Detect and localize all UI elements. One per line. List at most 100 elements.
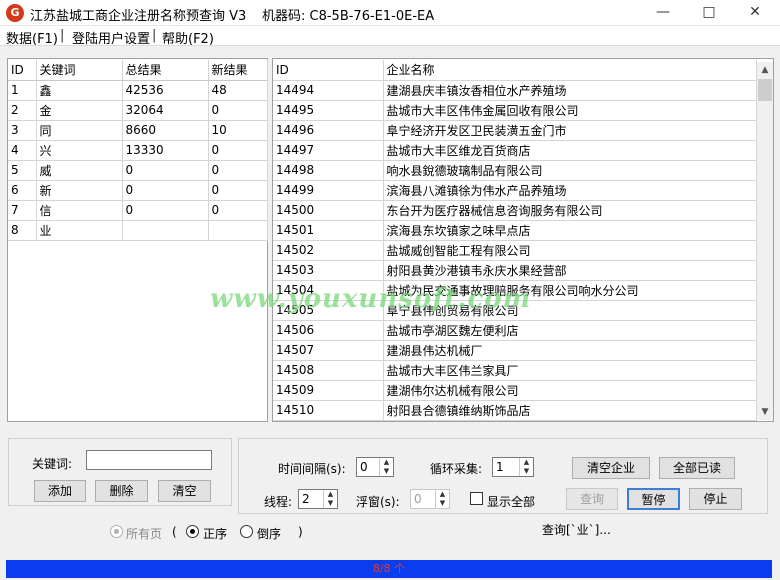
- cell-new: 0: [208, 100, 268, 121]
- company-table-header: ID 企业名称: [273, 60, 757, 81]
- stepper-arrows-icon[interactable]: ▲ ▼: [435, 490, 449, 508]
- menu-separator: |: [152, 28, 157, 43]
- close-icon[interactable]: ✕: [732, 0, 778, 26]
- float-window-stepper[interactable]: 0 ▲ ▼: [410, 489, 450, 509]
- cell-company-name: 盐城市大丰区伟伟金属回收有限公司: [383, 100, 757, 121]
- cell-id: 14510: [273, 400, 384, 421]
- keyword-label: 关键词:: [32, 457, 73, 471]
- cell-id: 14498: [273, 160, 384, 181]
- table-row[interactable]: 14509 建湖伟尔达机械有限公司: [273, 380, 757, 401]
- company-table-scrollbar[interactable]: ▲ ▼: [757, 62, 773, 420]
- cell-company-name: 射阳县黄沙港镇韦永庆水果经营部: [383, 260, 757, 281]
- cell-keyword: 鑫: [36, 80, 123, 101]
- threads-stepper[interactable]: 2 ▲ ▼: [298, 489, 338, 509]
- table-row[interactable]: 14507 建湖县伟达机械厂: [273, 340, 757, 361]
- column-header-id[interactable]: ID: [273, 60, 384, 81]
- table-row[interactable]: 14495 盐城市大丰区伟伟金属回收有限公司: [273, 100, 757, 121]
- cell-new: [208, 220, 268, 241]
- cell-id: 14501: [273, 220, 384, 241]
- cell-keyword: 新: [36, 180, 123, 201]
- cell-id: 7: [8, 200, 37, 221]
- cell-company-name: 建湖县庆丰镇汝香相位水产养殖场: [383, 80, 757, 101]
- stepper-arrows-icon[interactable]: ▲ ▼: [519, 458, 533, 476]
- loop-label: 循环采集:: [430, 462, 483, 476]
- keyword-input[interactable]: [86, 450, 212, 470]
- loop-value: 1: [496, 460, 504, 474]
- table-row[interactable]: 2 金 32064 0: [8, 100, 268, 121]
- table-row[interactable]: 3 同 8660 10: [8, 120, 268, 141]
- clear-companies-button[interactable]: 清空企业: [572, 457, 650, 479]
- delete-button[interactable]: 删除: [95, 480, 148, 502]
- interval-stepper[interactable]: 0 ▲ ▼: [356, 457, 394, 477]
- scroll-up-icon[interactable]: ▲: [757, 62, 773, 78]
- table-row[interactable]: 14496 阜宁经济开发区卫民装潢五金门市: [273, 120, 757, 141]
- add-button[interactable]: 添加: [34, 480, 86, 502]
- cell-company-name: 阜宁经济开发区卫民装潢五金门市: [383, 120, 757, 141]
- table-row[interactable]: 14500 东台开为医疗器械信息咨询服务有限公司: [273, 200, 757, 221]
- company-table: ID 企业名称 14494 建湖县庆丰镇汝香相位水产养殖场 14495 盐城市大丰区…: [273, 60, 757, 421]
- ascending-label: 正序: [203, 527, 228, 541]
- stepper-arrows-icon[interactable]: ▲ ▼: [323, 490, 337, 508]
- cell-id: 8: [8, 220, 37, 241]
- table-row[interactable]: 14499 滨海县八滩镇徐为伟水产品养殖场: [273, 180, 757, 201]
- table-row[interactable]: 14498 响水县銳德玻璃制品有限公司: [273, 160, 757, 181]
- table-row[interactable]: 14510 射阳县合德镇维纳斯饰品店: [273, 400, 757, 421]
- interval-label: 时间间隔(s):: [278, 462, 346, 476]
- machine-code: 机器码: C8-5B-76-E1-0E-EA: [262, 9, 435, 24]
- column-header-id[interactable]: ID: [8, 60, 37, 81]
- cell-id: 14502: [273, 240, 384, 261]
- cell-id: 5: [8, 160, 37, 181]
- cell-id: 2: [8, 100, 37, 121]
- table-row[interactable]: 4 兴 13330 0: [8, 140, 268, 161]
- table-row[interactable]: 1 鑫 42536 48: [8, 80, 268, 101]
- float-window-value: 0: [414, 492, 422, 506]
- cell-keyword: 同: [36, 120, 123, 141]
- table-row[interactable]: 14497 盐城市大丰区维龙百货商店: [273, 140, 757, 161]
- stepper-arrows-icon[interactable]: ▲ ▼: [379, 458, 393, 476]
- table-row[interactable]: 8业: [8, 220, 268, 241]
- all-pages-radio[interactable]: [110, 525, 123, 538]
- table-row[interactable]: 14506 盐城市亭湖区魏左便利店: [273, 320, 757, 341]
- clear-button[interactable]: 清空: [158, 480, 211, 502]
- show-all-checkbox[interactable]: [470, 492, 483, 505]
- cell-company-name: 盐城威创智能工程有限公司: [383, 240, 757, 261]
- table-row[interactable]: 14508 盐城市大丰区伟兰家具厂: [273, 360, 757, 381]
- cell-id: 14507: [273, 340, 384, 361]
- menu-separator: |: [60, 28, 65, 43]
- cell-total: 0: [122, 200, 209, 221]
- cell-total: 8660: [122, 120, 209, 141]
- column-header-keyword[interactable]: 关键词: [36, 60, 123, 81]
- cell-company-name: 响水县銳德玻璃制品有限公司: [383, 160, 757, 181]
- cell-id: 14509: [273, 380, 384, 401]
- menu-login-settings[interactable]: 登陆用户设置: [72, 28, 150, 47]
- cell-company-name: 盐城市亭湖区魏左便利店: [383, 320, 757, 341]
- table-row[interactable]: 14494 建湖县庆丰镇汝香相位水产养殖场: [273, 80, 757, 101]
- descending-radio[interactable]: [240, 525, 253, 538]
- loop-stepper[interactable]: 1 ▲ ▼: [492, 457, 534, 477]
- scroll-down-icon[interactable]: ▼: [757, 404, 773, 420]
- minimize-icon[interactable]: —: [640, 0, 686, 26]
- cell-keyword: 业: [36, 220, 123, 241]
- table-row[interactable]: 14501 滨海县东坎镇家之味早点店: [273, 220, 757, 241]
- pause-button[interactable]: 暂停: [627, 488, 680, 510]
- menu-help[interactable]: 帮助(F2): [162, 28, 214, 47]
- column-header-new[interactable]: 新结果: [208, 60, 268, 81]
- table-row[interactable]: 5威00: [8, 160, 268, 181]
- scroll-thumb[interactable]: [758, 79, 772, 101]
- table-row[interactable]: 7信00: [8, 200, 268, 221]
- table-row[interactable]: 6新00: [8, 180, 268, 201]
- ascending-radio[interactable]: [186, 525, 199, 538]
- table-row[interactable]: 14502 盐城威创智能工程有限公司: [273, 240, 757, 261]
- table-row[interactable]: 14503 射阳县黄沙港镇韦永庆水果经营部: [273, 260, 757, 281]
- cell-new: 0: [208, 180, 268, 201]
- query-button[interactable]: 查询: [566, 488, 618, 510]
- maximize-icon[interactable]: □: [686, 0, 732, 26]
- descending-label: 倒序: [257, 527, 282, 541]
- mark-all-read-button[interactable]: 全部已读: [659, 457, 735, 479]
- cell-company-name: 滨海县八滩镇徐为伟水产品养殖场: [383, 180, 757, 201]
- column-header-total[interactable]: 总结果: [122, 60, 209, 81]
- menu-data[interactable]: 数据(F1): [6, 28, 58, 47]
- column-header-company-name[interactable]: 企业名称: [383, 60, 757, 81]
- interval-value: 0: [360, 460, 368, 474]
- stop-button[interactable]: 停止: [689, 488, 742, 510]
